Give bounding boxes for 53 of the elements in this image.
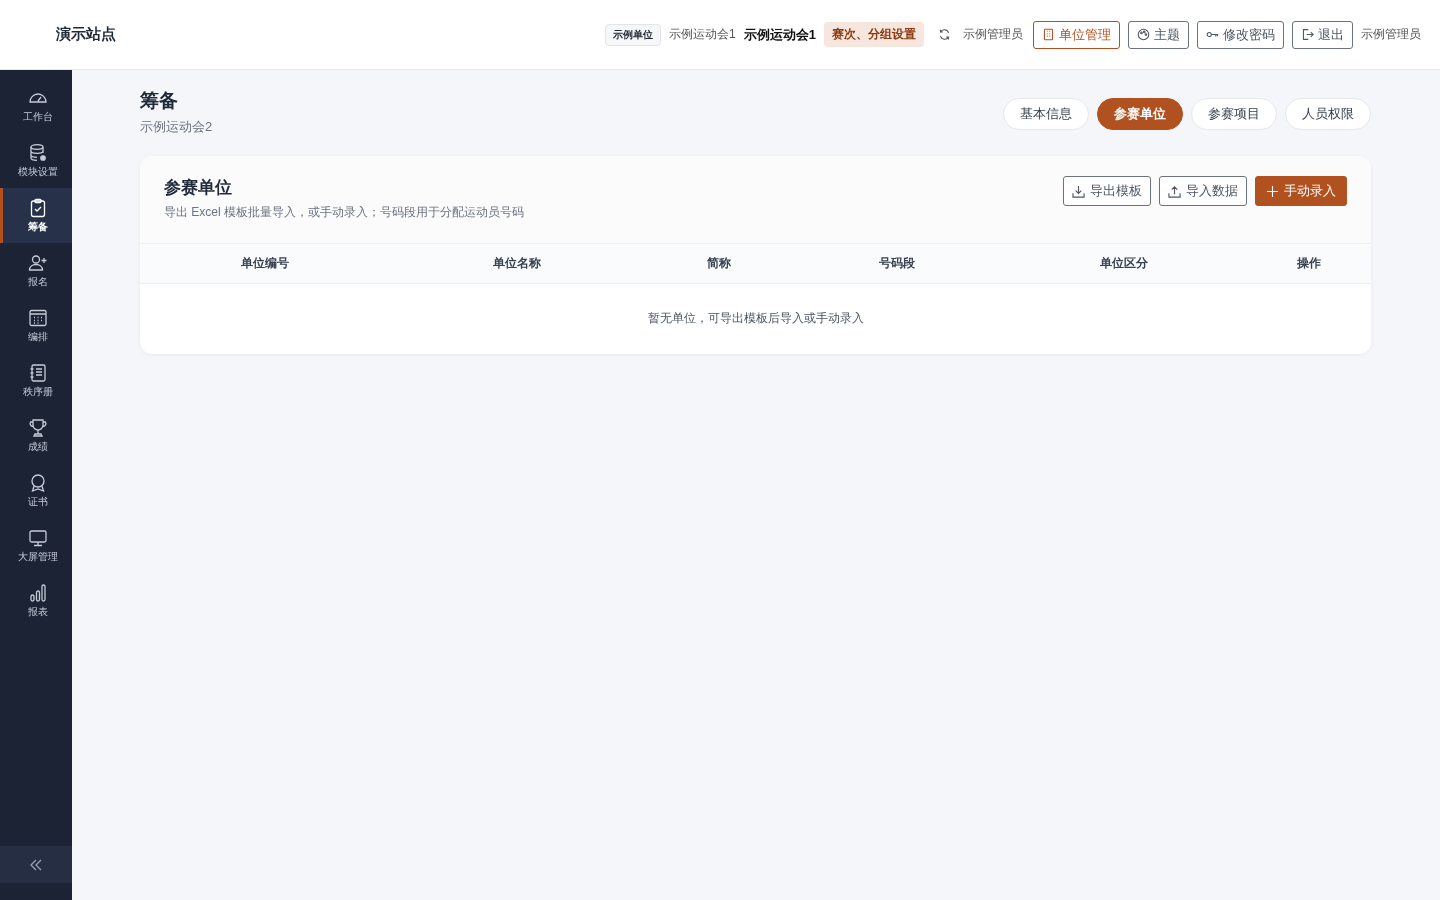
sidebar-item[interactable]: 证书 bbox=[0, 463, 72, 518]
palette-icon bbox=[1137, 28, 1150, 41]
database-icon bbox=[27, 142, 48, 163]
double-chevron-left-icon bbox=[30, 858, 42, 871]
event-name: 示例运动会1 bbox=[669, 26, 736, 43]
plus-icon bbox=[1266, 184, 1279, 198]
sidebar-item[interactable]: 模块设置 bbox=[0, 133, 72, 188]
tab[interactable]: 参赛项目 bbox=[1191, 98, 1277, 130]
header-button[interactable]: 退出 bbox=[1292, 20, 1353, 49]
page-subtitle: 示例运动会2 bbox=[140, 118, 213, 136]
sidebar-item[interactable]: 工作台 bbox=[0, 78, 72, 133]
sidebar-item[interactable]: 大屏管理 bbox=[0, 518, 72, 573]
page-title: 筹备 bbox=[140, 89, 179, 113]
card-description: 导出 Excel 模板批量导入，或手动录入；号码段用于分配运动员号码 bbox=[164, 204, 524, 221]
sidebar-item[interactable]: 报表 bbox=[0, 573, 72, 628]
card-title: 参赛单位 bbox=[164, 177, 233, 199]
column-header: 操作 bbox=[1296, 255, 1322, 272]
user-role: 示例管理员 bbox=[963, 26, 1023, 43]
column-header: 单位编号 bbox=[240, 255, 290, 272]
download-icon bbox=[1072, 184, 1085, 198]
user-name: 示例管理员 bbox=[1361, 26, 1421, 43]
import-button[interactable]: 导入数据 bbox=[1159, 176, 1247, 206]
monitor-icon bbox=[27, 527, 48, 548]
column-header: 简称 bbox=[706, 255, 732, 272]
tab[interactable]: 参赛单位 bbox=[1097, 98, 1183, 130]
site-title: 演示站点 bbox=[56, 25, 116, 44]
sidebar-item[interactable]: 成绩 bbox=[0, 408, 72, 463]
tab[interactable]: 人员权限 bbox=[1285, 98, 1371, 130]
user-add-icon bbox=[27, 252, 48, 273]
header-button[interactable]: 单位管理 bbox=[1033, 20, 1120, 49]
sidebar-item[interactable]: 报名 bbox=[0, 243, 72, 298]
sidebar-item[interactable]: 编排 bbox=[0, 298, 72, 353]
organization-badge: 示例单位 bbox=[605, 23, 662, 46]
export-button[interactable]: 导出模板 bbox=[1063, 176, 1151, 206]
column-header: 号码段 bbox=[878, 255, 916, 272]
calendar-icon bbox=[27, 307, 48, 328]
column-header: 单位区分 bbox=[1099, 255, 1149, 272]
column-header: 单位名称 bbox=[492, 255, 542, 272]
logout-icon bbox=[1301, 28, 1314, 41]
building-icon bbox=[1042, 28, 1055, 41]
current-event-name: 示例运动会1 bbox=[743, 25, 816, 44]
add-button[interactable]: 手动录入 bbox=[1255, 176, 1347, 206]
header-button[interactable]: 修改密码 bbox=[1197, 20, 1284, 49]
refresh-icon[interactable] bbox=[938, 28, 951, 41]
trophy-icon bbox=[27, 417, 48, 438]
round-settings-tag[interactable]: 赛次、分组设置 bbox=[824, 22, 924, 47]
sidebar-item[interactable]: 筹备 bbox=[0, 188, 72, 243]
upload-icon bbox=[1168, 184, 1181, 198]
header-button[interactable]: 主题 bbox=[1128, 20, 1189, 49]
sidebar-item[interactable]: 秩序册 bbox=[0, 353, 72, 408]
bar-chart-icon bbox=[27, 582, 48, 603]
tab[interactable]: 基本信息 bbox=[1003, 98, 1089, 130]
empty-message: 暂无单位，可导出模板后导入或手动录入 bbox=[647, 311, 864, 325]
